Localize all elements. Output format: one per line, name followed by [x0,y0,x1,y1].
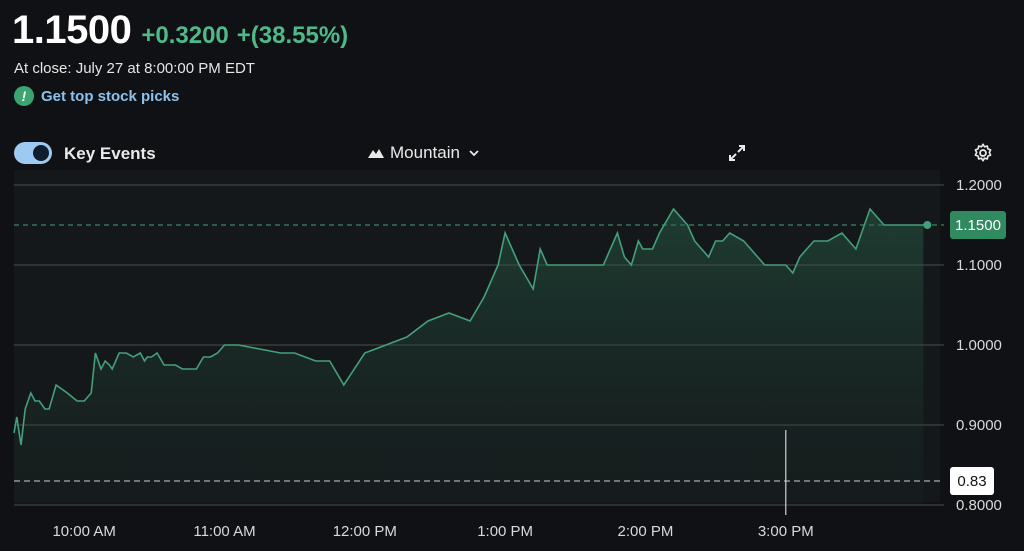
get-top-stock-picks-label: Get top stock picks [41,87,180,105]
close-timestamp: At close: July 27 at 8:00:00 PM EDT [14,60,255,77]
crosshair-value-tag-text: 0.83 [957,473,986,490]
chart-type-dropdown[interactable]: Mountain [368,143,480,163]
x-axis-labels: 10:00 AM 11:00 AM 12:00 PM 1:00 PM 2:00 PM 3:… [52,523,813,540]
chart-toolbar: Key Events Mountain [0,138,1024,170]
y-tick-label: 0.8000 [956,497,1002,514]
toggle-knob [33,145,49,161]
fullscreen-button[interactable] [726,142,748,164]
quote-header: 1.1500 +0.3200 +(38.55%) [12,8,348,53]
last-price-tag-text: 1.1500 [955,217,1001,234]
y-tick-label: 0.9000 [956,417,1002,434]
price-change-percent: +(38.55%) [236,22,349,49]
chart-type-label: Mountain [390,143,460,162]
gear-icon [974,143,992,162]
exclamation-badge-icon: ! [14,86,34,106]
x-tick-label: 12:00 PM [333,523,397,540]
price-change: +0.3200 [141,22,229,49]
current-price: 1.1500 [12,8,132,52]
key-events-label: Key Events [64,144,156,163]
last-price-dot [923,221,932,229]
y-tick-label: 1.0000 [956,337,1002,354]
price-chart[interactable]: 1.20001.10001.00000.90000.8000 10:00 AM 1… [0,170,1024,551]
x-tick-label: 3:00 PM [758,523,814,540]
expand-icon [729,145,745,161]
chevron-down-icon [469,150,479,157]
y-tick-label: 1.2000 [956,177,1002,194]
x-tick-label: 1:00 PM [477,523,533,540]
x-tick-label: 10:00 AM [52,523,115,540]
x-tick-label: 2:00 PM [618,523,674,540]
y-tick-label: 1.1000 [956,257,1002,274]
key-events-toggle[interactable] [14,142,52,164]
x-tick-label: 11:00 AM [193,523,255,540]
mountain-icon [368,149,384,158]
chart-settings-button[interactable] [972,142,994,164]
get-top-stock-picks-link[interactable]: ! Get top stock picks [14,86,179,106]
